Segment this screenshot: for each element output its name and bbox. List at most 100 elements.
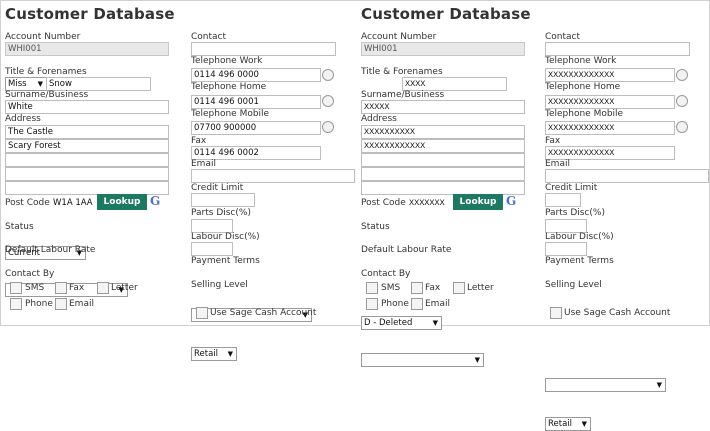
sms-checkbox[interactable] xyxy=(10,282,22,294)
sms-label: SMS xyxy=(25,283,45,293)
telephone-work-radio[interactable] xyxy=(322,69,334,81)
telephone-mobile-field[interactable]: 07700 900000 xyxy=(191,121,321,135)
letter-label: Letter xyxy=(467,283,494,293)
telephone-mobile-label: Telephone Mobile xyxy=(545,109,624,119)
lookup-button[interactable]: Lookup xyxy=(453,194,503,210)
postcode-field[interactable]: XXXXXXX xyxy=(406,196,454,210)
page-title: Customer Database xyxy=(5,5,175,23)
letter-checkbox[interactable] xyxy=(97,282,109,294)
address-line-2[interactable]: Scary Forest xyxy=(5,139,169,153)
email-field[interactable] xyxy=(545,169,709,183)
chevron-down-icon: ▼ xyxy=(474,356,480,364)
forenames-field[interactable]: XXXX xyxy=(402,77,507,91)
parts-disc-label: Parts Disc(%) xyxy=(191,208,251,218)
email-checkbox[interactable] xyxy=(55,298,67,310)
postcode-label: Post Code xyxy=(361,198,406,208)
selling-level-label: Selling Level xyxy=(191,280,248,290)
labour-disc-field[interactable] xyxy=(545,242,587,256)
credit-limit-field[interactable] xyxy=(191,193,255,207)
labour-disc-field[interactable] xyxy=(191,242,233,256)
address-line-5[interactable] xyxy=(361,181,525,195)
default-labour-rate-label: Default Labour Rate xyxy=(361,245,452,255)
email-label: Email xyxy=(425,299,450,309)
screenshot-frame: Customer Database Account Number WHI001 … xyxy=(0,0,710,431)
credit-limit-field[interactable] xyxy=(545,193,581,207)
address-label: Address xyxy=(5,114,41,124)
phone-checkbox[interactable] xyxy=(366,298,378,310)
chevron-down-icon: ▼ xyxy=(37,80,43,88)
contact-field[interactable] xyxy=(545,42,690,56)
address-line-1[interactable]: The Castle xyxy=(5,125,169,139)
fax-checkbox[interactable] xyxy=(55,282,67,294)
title-select[interactable]: Miss ▼ xyxy=(5,77,47,91)
address-line-5[interactable] xyxy=(5,181,169,195)
account-number-field: WHI001 xyxy=(361,42,525,56)
parts-disc-field[interactable] xyxy=(545,219,587,233)
address-line-4[interactable] xyxy=(361,167,525,181)
telephone-home-radio[interactable] xyxy=(676,95,688,107)
chevron-down-icon: ▼ xyxy=(656,381,662,389)
email-label: Email xyxy=(69,299,94,309)
fax-field[interactable]: XXXXXXXXXXXXX xyxy=(545,146,675,160)
payment-terms-select[interactable]: ▼ xyxy=(545,378,666,392)
forenames-field[interactable]: Snow xyxy=(46,77,151,91)
google-icon[interactable]: G xyxy=(506,194,516,208)
google-icon[interactable]: G xyxy=(150,194,160,208)
selling-level-select[interactable]: Retail ▼ xyxy=(545,417,591,431)
telephone-work-radio[interactable] xyxy=(676,69,688,81)
postcode-field[interactable]: W1A 1AA xyxy=(50,196,98,210)
chevron-down-icon: ▼ xyxy=(432,319,438,327)
contact-by-label: Contact By xyxy=(361,269,411,279)
telephone-home-radio[interactable] xyxy=(322,95,334,107)
telephone-work-field[interactable]: XXXXXXXXXXXXX xyxy=(545,68,675,82)
selling-level-select[interactable]: Retail ▼ xyxy=(191,347,237,361)
telephone-mobile-label: Telephone Mobile xyxy=(191,109,270,119)
surname-field[interactable]: White xyxy=(5,100,169,114)
phone-label: Phone xyxy=(381,299,409,309)
address-line-1[interactable]: XXXXXXXXXX xyxy=(361,125,525,139)
phone-label: Phone xyxy=(25,299,53,309)
status-label: Status xyxy=(5,222,34,232)
email-field[interactable] xyxy=(191,169,355,183)
letter-label: Letter xyxy=(111,283,138,293)
address-line-2[interactable]: XXXXXXXXXXXX xyxy=(361,139,525,153)
page-title: Customer Database xyxy=(361,5,531,23)
telephone-home-field[interactable]: XXXXXXXXXXXXX xyxy=(545,95,675,109)
selling-level-label: Selling Level xyxy=(545,280,602,290)
telephone-work-field[interactable]: 0114 496 0000 xyxy=(191,68,321,82)
letter-checkbox[interactable] xyxy=(453,282,465,294)
postcode-label: Post Code xyxy=(5,198,50,208)
telephone-home-label: Telephone Home xyxy=(191,82,267,92)
phone-checkbox[interactable] xyxy=(10,298,22,310)
telephone-work-label: Telephone Work xyxy=(545,56,617,66)
default-labour-rate-select[interactable]: ▼ xyxy=(361,353,484,367)
account-number-field: WHI001 xyxy=(5,42,169,56)
sms-checkbox[interactable] xyxy=(366,282,378,294)
email-checkbox[interactable] xyxy=(411,298,423,310)
lookup-button[interactable]: Lookup xyxy=(97,194,147,210)
parts-disc-label: Parts Disc(%) xyxy=(545,208,605,218)
default-labour-rate-label: Default Labour Rate xyxy=(5,245,96,255)
telephone-mobile-radio[interactable] xyxy=(322,121,334,133)
address-line-3[interactable] xyxy=(5,153,169,167)
telephone-mobile-field[interactable]: XXXXXXXXXXXXX xyxy=(545,121,675,135)
address-line-4[interactable] xyxy=(5,167,169,181)
fax-checkbox[interactable] xyxy=(411,282,423,294)
contact-field[interactable] xyxy=(191,42,336,56)
surname-field[interactable]: XXXXX xyxy=(361,100,525,114)
parts-disc-field[interactable] xyxy=(191,219,233,233)
sms-label: SMS xyxy=(381,283,401,293)
telephone-mobile-radio[interactable] xyxy=(676,121,688,133)
fax-field[interactable]: 0114 496 0002 xyxy=(191,146,321,160)
status-select[interactable]: D - Deleted ▼ xyxy=(361,316,442,330)
address-line-3[interactable] xyxy=(361,153,525,167)
use-sage-cash-account-checkbox[interactable] xyxy=(550,307,562,319)
telephone-home-field[interactable]: 0114 496 0001 xyxy=(191,95,321,109)
fax-label: Fax xyxy=(425,283,441,293)
telephone-home-label: Telephone Home xyxy=(545,82,621,92)
status-label: Status xyxy=(361,222,390,232)
chevron-down-icon: ▼ xyxy=(581,420,587,428)
telephone-work-label: Telephone Work xyxy=(191,56,263,66)
use-sage-cash-account-checkbox[interactable] xyxy=(196,307,208,319)
use-sage-cash-account-label: Use Sage Cash Account xyxy=(564,308,671,318)
